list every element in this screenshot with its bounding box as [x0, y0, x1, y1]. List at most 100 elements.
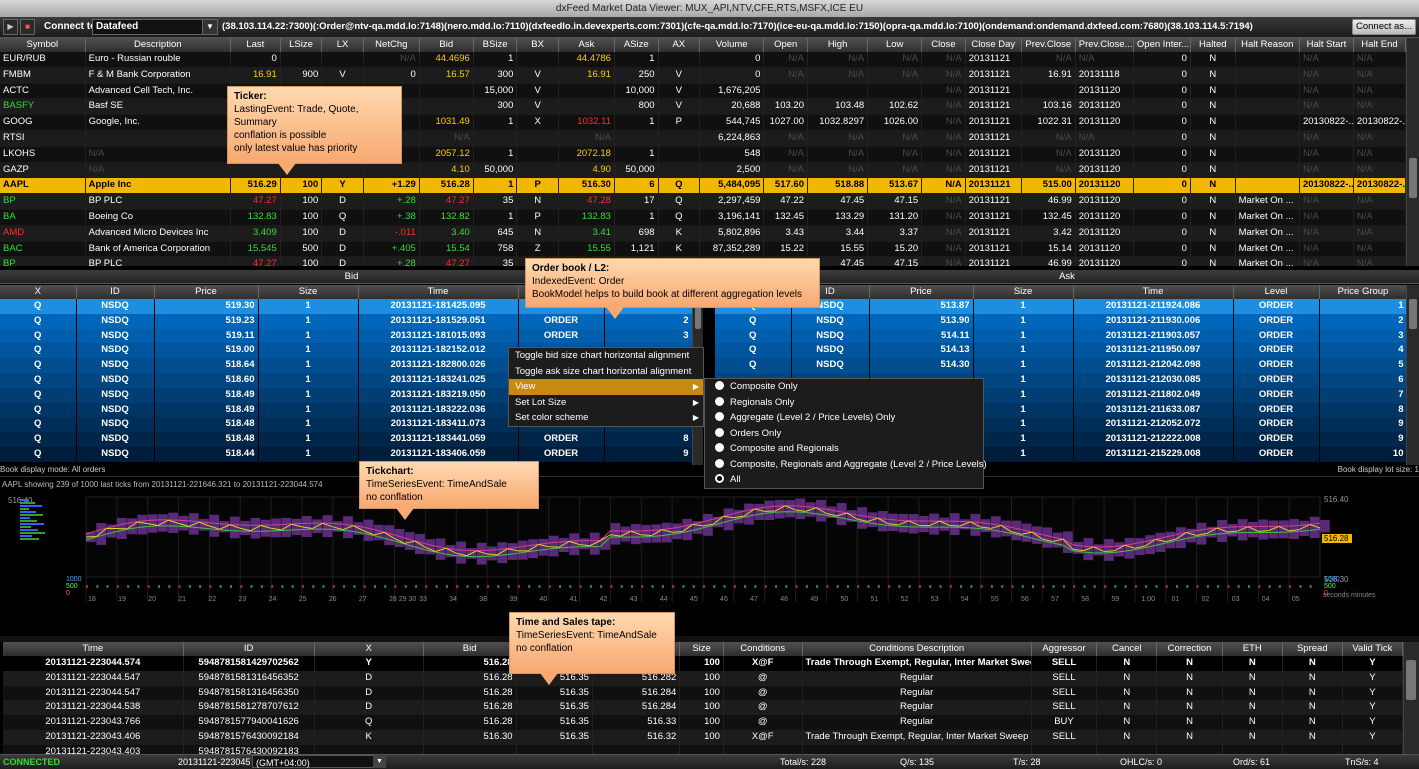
connect-as-button[interactable]: Connect as...	[1352, 19, 1416, 35]
table-row[interactable]: GAZP N/A 4.10 50,000 4.90 50,000 2,500 N/A N/A N/…	[0, 162, 1406, 179]
submenu-item[interactable]: Regionals Only	[705, 395, 983, 411]
submenu-item[interactable]: Orders Only	[705, 426, 983, 442]
table-row[interactable]: FMBM F & M Bank Corporation 16.91 900 V 0 16.5…	[0, 67, 1406, 84]
ticker-col-header[interactable]: Close	[921, 38, 966, 52]
table-row[interactable]: ACTC Advanced Cell Tech, Inc. 15,000 V 10,00…	[0, 83, 1406, 100]
play-icon[interactable]: ▶	[3, 19, 18, 35]
ticker-col-header[interactable]: LX	[321, 38, 364, 52]
table-row[interactable]: AAPL Apple Inc 516.29 100 Y +1.29 516.28 1 P 516.…	[0, 177, 1406, 195]
menu-item[interactable]: Toggle bid size chart horizontal alignme…	[509, 348, 703, 364]
menu-item[interactable]: Set color scheme ▶	[509, 410, 703, 426]
ticker-col-header[interactable]: Halted	[1190, 38, 1236, 52]
table-row[interactable]: EUR/RUB Euro - Russian rouble 0 N/A 44.4696 1…	[0, 52, 1406, 68]
tns-col-header[interactable]: Bid	[423, 642, 517, 656]
table-row[interactable]: AMD Advanced Micro Devices Inc 3.409 100 D -.…	[0, 225, 1406, 242]
stop-icon[interactable]: ■	[20, 19, 35, 35]
ticker-col-header[interactable]: Description	[85, 38, 231, 52]
table-row[interactable]: RTSI N/A N/A 6,224,863 N/A N/A N/A N/A 20131121 N…	[0, 130, 1406, 147]
table-row[interactable]: LKOHS N/A 2057.12 1 2072.18 1 548 N/A N/A N/A N/A 2…	[0, 146, 1406, 163]
ticker-col-header[interactable]: LSize	[280, 38, 323, 52]
ask-col-header[interactable]: Time	[1073, 285, 1234, 299]
table-row[interactable]: BA Boeing Co 132.83 100 Q +.38 132.82 1 P 132.83 1…	[0, 209, 1406, 226]
ask-col-header[interactable]: Level	[1233, 285, 1320, 299]
bid-col-header[interactable]: X	[0, 285, 77, 299]
ticker-col-header[interactable]: Close Day	[965, 38, 1022, 52]
table-row[interactable]: Q NSDQ 519.23 1 20131121-181529.051 ORDER 2	[0, 313, 692, 329]
tns-col-header[interactable]: Conditions Description	[802, 642, 1032, 656]
ticker-col-header[interactable]: Prev.Close...	[1075, 38, 1134, 52]
ticker-col-header[interactable]: Halt End	[1353, 38, 1406, 52]
tns-col-header[interactable]: Valid Tick	[1342, 642, 1403, 656]
tick-chart[interactable]: AAPL showing 239 of 1000 last ticks from…	[0, 476, 1419, 636]
table-row[interactable]: Q NSDQ 518.44 1 20131121-183406.059 ORDER 9	[0, 446, 692, 462]
table-row[interactable]: Q NSDQ 514.13 1 20131121-211950.097 ORDER 4	[715, 343, 1406, 359]
ticker-col-header[interactable]: Open Inter...	[1133, 38, 1191, 52]
ask-col-header[interactable]: Size	[973, 285, 1074, 299]
tns-col-header[interactable]: X	[314, 642, 424, 656]
table-row[interactable]: Q NSDQ 518.48 1 20131121-183441.059 ORDER 8	[0, 432, 692, 447]
submenu-item[interactable]: Aggregate (Level 2 / Price Levels) Only	[705, 410, 983, 426]
tns-col-header[interactable]: ID	[183, 642, 315, 656]
ticker-col-header[interactable]: Halt Reason	[1235, 38, 1300, 52]
ticker-col-header[interactable]: High	[807, 38, 869, 52]
table-row[interactable]: BPBP PLC47.27100D+.2847.2735N47.2817Q2,2…	[0, 193, 1406, 210]
table-row[interactable]: BASFY Basf SE 300 V 800 V 20,688 103.20 103.48 10…	[0, 98, 1406, 116]
ask-scrollbar[interactable]	[1406, 285, 1419, 465]
bid-col-header[interactable]: Price	[154, 285, 259, 299]
ticker-col-header[interactable]: Volume	[699, 38, 765, 52]
tns-scrollbar[interactable]	[1403, 642, 1419, 754]
ticker-col-header[interactable]: AX	[658, 38, 701, 52]
table-row[interactable]: 20131121-223044.547 5948781581316456352 D 5…	[3, 670, 1403, 686]
ticker-col-header[interactable]: Symbol	[0, 38, 86, 52]
ticker-col-header[interactable]: NetChg	[363, 38, 420, 52]
menu-item[interactable]: View ▶	[509, 379, 703, 395]
table-row[interactable]: 20131121-223044.574 5948781581429702562 Y 5…	[3, 656, 1403, 671]
ask-col-header[interactable]: Price	[869, 285, 974, 299]
ticker-col-header[interactable]: Open	[763, 38, 808, 52]
tns-col-header[interactable]: Size	[679, 642, 724, 656]
submenu-item[interactable]: Composite and Regionals	[705, 441, 983, 457]
ticker-col-header[interactable]: Prev.Close	[1021, 38, 1076, 52]
tns-col-header[interactable]: Spread	[1282, 642, 1343, 656]
ticker-scrollbar[interactable]	[1406, 38, 1419, 266]
source-select[interactable]: Datafeed ▼	[92, 19, 218, 35]
ticker-col-header[interactable]: Halt Start	[1299, 38, 1354, 52]
submenu-item[interactable]: Composite, Regionals and Aggregate (Leve…	[705, 457, 987, 473]
submenu-item[interactable]: All	[705, 472, 983, 488]
ticker-col-header[interactable]: Low	[867, 38, 923, 52]
ticker-col-header[interactable]: BSize	[473, 38, 518, 52]
chevron-down-icon[interactable]: ▼	[373, 756, 386, 768]
bid-col-header[interactable]: Time	[358, 285, 519, 299]
spread-bar	[456, 541, 466, 564]
tns-col-header[interactable]: Conditions	[723, 642, 803, 656]
tns-col-header[interactable]: Aggressor	[1031, 642, 1098, 656]
table-row[interactable]: Q NSDQ 514.11 1 20131121-211903.057 ORDER 3	[715, 328, 1406, 344]
bid-col-header[interactable]: ID	[76, 285, 155, 299]
tns-col-header[interactable]: ETH	[1222, 642, 1283, 656]
timezone-select[interactable]: (GMT+04:00) Europe/Moscow	[252, 755, 374, 768]
table-row[interactable]: 20131121-223043.766 5948781577940041626 Q 5…	[3, 715, 1403, 730]
table-row[interactable]: GOOG Google, Inc. 1031.49 1 X 1032.11 1 P 544,74…	[0, 114, 1406, 131]
table-row[interactable]: Q NSDQ 513.90 1 20131121-211930.006 ORDER 2	[715, 313, 1406, 329]
ask-col-header[interactable]: Price Group	[1319, 285, 1406, 299]
table-row[interactable]: 20131121-223043.406 5948781576430092184 K 5…	[3, 729, 1403, 745]
ticker-col-header[interactable]: BX	[516, 38, 559, 52]
table-row[interactable]: 20131121-223043.403 5948781576430092183	[3, 744, 1403, 754]
menu-item[interactable]: Toggle ask size chart horizontal alignme…	[509, 364, 703, 380]
table-row[interactable]: BAC Bank of America Corporation 15.545 500 D…	[0, 241, 1406, 258]
tns-col-header[interactable]: Time	[3, 642, 184, 656]
ticker-col-header[interactable]: Last	[230, 38, 281, 52]
ticker-col-header[interactable]: ASize	[614, 38, 659, 52]
ticker-col-header[interactable]: Bid	[419, 38, 474, 52]
ticker-col-header[interactable]: Ask	[558, 38, 615, 52]
tns-col-header[interactable]: Cancel	[1096, 642, 1158, 656]
submenu-item[interactable]: Composite Only	[705, 379, 983, 395]
table-row[interactable]: Q NSDQ 519.11 1 20131121-181015.093 ORDER 3	[0, 328, 692, 344]
table-row[interactable]: 20131121-223044.538 5948781581278707612 D 5…	[3, 700, 1403, 716]
bid-col-header[interactable]: Size	[258, 285, 359, 299]
table-row[interactable]: 20131121-223044.547 5948781581316456350 D 5…	[3, 685, 1403, 701]
tns-col-header[interactable]: Correction	[1156, 642, 1223, 656]
chevron-down-icon[interactable]: ▼	[202, 20, 217, 34]
table-row[interactable]: Q NSDQ 514.30 1 20131121-212042.098 ORDER 5	[715, 358, 1406, 373]
menu-item[interactable]: Set Lot Size ▶	[509, 395, 703, 411]
